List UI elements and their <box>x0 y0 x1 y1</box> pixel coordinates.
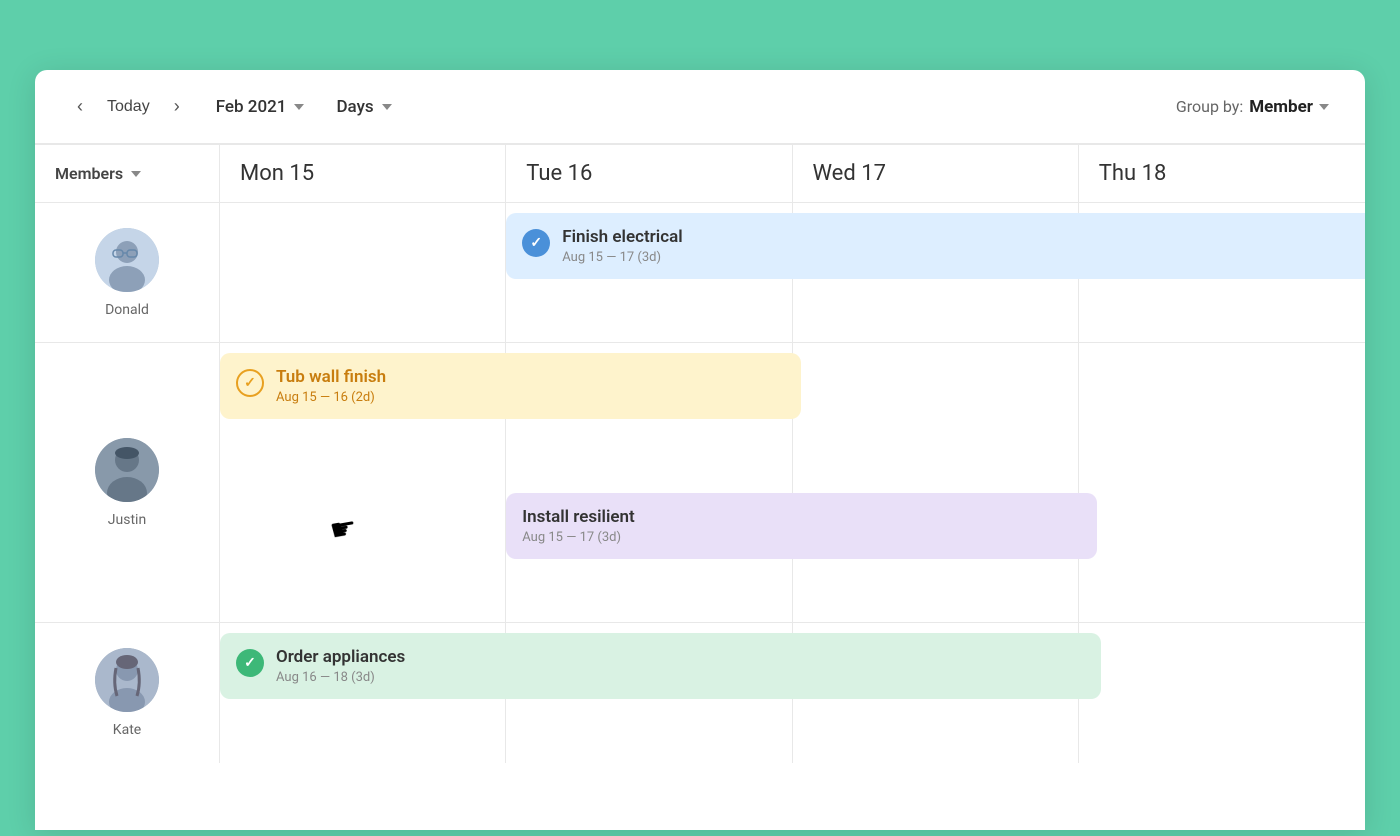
days-selector[interactable]: Days <box>336 97 391 117</box>
group-by-label: Group by: <box>1176 97 1243 116</box>
col-wed17-label: Wed 17 <box>813 161 886 186</box>
donald-avatar-img <box>95 228 159 292</box>
group-by-member: Member <box>1249 97 1313 117</box>
days-label: Days <box>336 97 373 117</box>
task-title-finish-electrical: Finish electrical <box>562 227 682 247</box>
month-label: Feb 2021 <box>216 97 287 117</box>
avatar-justin <box>95 438 159 502</box>
member-cell-justin: Justin <box>35 343 220 623</box>
task-icon-finish-electrical: ✓ <box>522 229 550 257</box>
task-icon-order-appliances: ✓ <box>236 649 264 677</box>
app-container: ‹ Today › Feb 2021 Days Group by: Member… <box>35 70 1365 830</box>
task-date-finish-electrical: Aug 15 — 17 (3d) <box>562 250 682 265</box>
col-header-mon15: Mon 15 <box>220 145 506 203</box>
group-by-section: Group by: Member <box>1176 97 1329 117</box>
task-info-order-appliances: Order appliances Aug 16 — 18 (3d) <box>276 647 405 685</box>
justin-avatar-img <box>95 438 159 502</box>
col-header-thu18: Thu 18 <box>1079 145 1365 203</box>
cell-kate-mon15[interactable]: ✓ Order appliances Aug 16 — 18 (3d) <box>220 623 506 763</box>
calendar-grid: Members Mon 15 Tue 16 Wed 17 Thu 18 <box>35 144 1365 763</box>
group-by-value[interactable]: Member <box>1249 97 1329 117</box>
cell-justin-thu18[interactable] <box>1079 343 1365 623</box>
task-title-order-appliances: Order appliances <box>276 647 405 667</box>
task-finish-electrical[interactable]: ✓ Finish electrical Aug 15 — 17 (3d) <box>506 213 1365 279</box>
member-name-kate: Kate <box>113 722 141 738</box>
member-name-donald: Donald <box>105 302 149 318</box>
col-thu18-label: Thu 18 <box>1099 161 1167 186</box>
month-chevron-icon <box>294 104 304 110</box>
kate-avatar-img <box>95 648 159 712</box>
task-icon-tub-wall: ✓ <box>236 369 264 397</box>
member-cell-donald: Donald <box>35 203 220 343</box>
cell-donald-tue16[interactable]: ✓ Finish electrical Aug 15 — 17 (3d) <box>506 203 792 343</box>
cell-justin-mon15[interactable]: ✓ Tub wall finish Aug 15 — 16 (2d) <box>220 343 506 623</box>
task-install-resilient[interactable]: Install resilient Aug 15 — 17 (3d) <box>506 493 1096 559</box>
members-column-header[interactable]: Members <box>35 145 220 203</box>
task-order-appliances[interactable]: ✓ Order appliances Aug 16 — 18 (3d) <box>220 633 1101 699</box>
check-icon: ✓ <box>530 235 542 251</box>
task-title-install-resilient: Install resilient <box>522 507 634 527</box>
task-title-tub-wall: Tub wall finish <box>276 367 386 387</box>
avatar-kate <box>95 648 159 712</box>
cell-justin-wed17[interactable] <box>793 343 1079 623</box>
task-date-tub-wall: Aug 15 — 16 (2d) <box>276 390 386 405</box>
col-header-tue16: Tue 16 <box>506 145 792 203</box>
calendar-header: ‹ Today › Feb 2021 Days Group by: Member <box>35 70 1365 144</box>
col-mon15-label: Mon 15 <box>240 161 314 186</box>
avatar-donald <box>95 228 159 292</box>
member-name-justin: Justin <box>108 512 146 528</box>
task-info-install-resilient: Install resilient Aug 15 — 17 (3d) <box>522 507 634 545</box>
check-green-icon: ✓ <box>244 655 256 671</box>
check-orange-icon: ✓ <box>244 375 256 391</box>
members-chevron-icon <box>131 171 141 177</box>
task-date-install-resilient: Aug 15 — 17 (3d) <box>522 530 634 545</box>
prev-button[interactable]: ‹ <box>71 92 89 121</box>
next-button[interactable]: › <box>168 92 186 121</box>
task-info-finish-electrical: Finish electrical Aug 15 — 17 (3d) <box>562 227 682 265</box>
today-button[interactable]: Today <box>105 98 152 116</box>
task-info-tub-wall: Tub wall finish Aug 15 — 16 (2d) <box>276 367 386 405</box>
col-tue16-label: Tue 16 <box>526 161 592 186</box>
cell-kate-thu18[interactable] <box>1079 623 1365 763</box>
cell-donald-mon15[interactable] <box>220 203 506 343</box>
group-by-chevron-icon <box>1319 104 1329 110</box>
task-tub-wall[interactable]: ✓ Tub wall finish Aug 15 — 16 (2d) <box>220 353 801 419</box>
month-selector[interactable]: Feb 2021 <box>216 97 305 117</box>
members-label: Members <box>55 164 123 183</box>
task-date-order-appliances: Aug 16 — 18 (3d) <box>276 670 405 685</box>
days-chevron-icon <box>382 104 392 110</box>
col-header-wed17: Wed 17 <box>793 145 1079 203</box>
member-cell-kate: Kate <box>35 623 220 763</box>
